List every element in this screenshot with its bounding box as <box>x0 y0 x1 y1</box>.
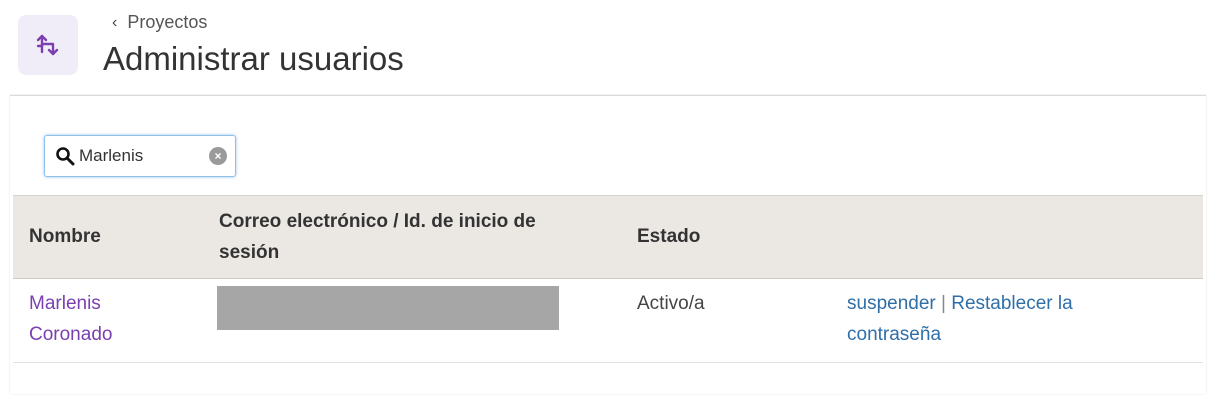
chevron-left-icon: ‹ <box>112 13 118 31</box>
actions-separator: | <box>941 293 946 314</box>
table-row: Marlenis Coronado Activo/a suspender | R… <box>13 278 1203 363</box>
row-actions: suspender | Restablecer la contraseña <box>847 288 1147 350</box>
column-header-status[interactable]: Estado <box>637 221 700 252</box>
column-header-name[interactable]: Nombre <box>29 221 101 252</box>
suspend-link[interactable]: suspender <box>847 293 936 314</box>
redacted-email <box>217 286 559 330</box>
user-status: Activo/a <box>637 293 705 314</box>
page-title: Administrar usuarios <box>103 40 404 77</box>
table-header: Nombre Correo electrónico / Id. de inici… <box>13 195 1203 279</box>
column-header-email[interactable]: Correo electrónico / Id. de inicio de se… <box>219 206 579 268</box>
clear-search-icon[interactable]: × <box>209 147 227 165</box>
users-panel: × Nombre Correo electrónico / Id. de ini… <box>10 95 1206 394</box>
search-field[interactable]: × <box>44 135 236 177</box>
breadcrumb-label: Proyectos <box>127 12 208 32</box>
search-icon <box>55 145 77 167</box>
app-icon <box>18 15 78 75</box>
search-input[interactable] <box>77 146 197 166</box>
breadcrumb-back-link[interactable]: ‹ Proyectos <box>112 12 207 33</box>
user-name-link[interactable]: Marlenis Coronado <box>29 288 159 350</box>
transfer-arrows-icon <box>36 34 59 56</box>
